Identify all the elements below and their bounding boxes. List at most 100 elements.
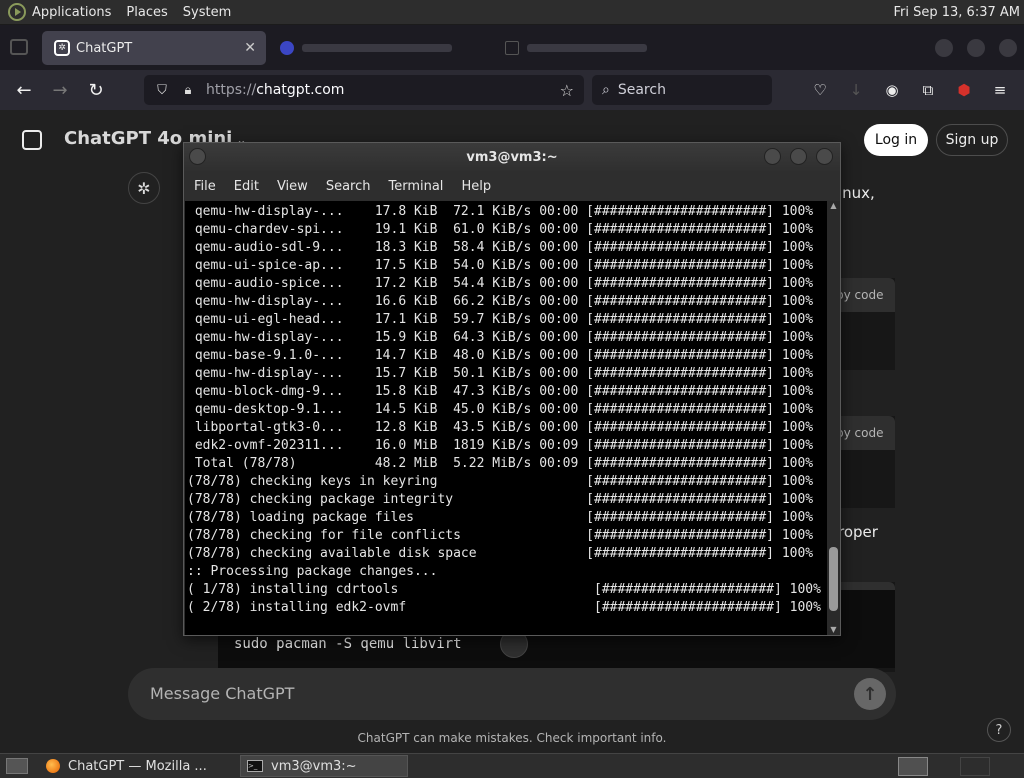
task-firefox[interactable]: ChatGPT — Mozilla ... (40, 755, 240, 777)
scrollbar-thumb[interactable] (829, 547, 838, 611)
tab-title: ChatGPT (76, 40, 133, 56)
taskbar: ChatGPT — Mozilla ... >_ vm3@vm3:~ (0, 753, 1024, 778)
terminal-line: qemu-audio-sdl-9... 18.3 KiB 58.4 KiB/s … (187, 240, 814, 255)
terminal-menubar: File Edit View Search Terminal Help (184, 173, 840, 199)
account-icon[interactable]: ◉ (882, 80, 902, 100)
url-bar[interactable]: ⛉ 🔒︎ https://chatgpt.com ☆ (144, 75, 584, 105)
bookmark-star-icon[interactable]: ☆ (560, 81, 574, 100)
reload-icon[interactable]: ↻ (84, 78, 108, 102)
disclaimer: ChatGPT can make mistakes. Check importa… (357, 731, 667, 745)
lock-icon[interactable]: 🔒︎ (180, 82, 196, 98)
tab-favicon-icon (280, 41, 294, 55)
terminal-window[interactable]: vm3@vm3:~ File Edit View Search Terminal… (183, 142, 841, 636)
download-icon[interactable]: ↓ (846, 80, 866, 100)
close-tab-icon[interactable]: ✕ (244, 40, 256, 56)
assistant-avatar-icon: ✲ (128, 172, 160, 204)
menu-view[interactable]: View (277, 179, 308, 194)
terminal-line: :: Processing package changes... (187, 564, 438, 579)
menu-applications[interactable]: Applications (32, 5, 111, 20)
menu-search[interactable]: Search (326, 179, 371, 194)
workspace-1[interactable] (898, 757, 928, 776)
terminal-titlebar[interactable]: vm3@vm3:~ (184, 143, 840, 171)
tab-inactive-2[interactable] (505, 31, 675, 65)
terminal-scrollbar[interactable]: ▲ ▼ (827, 201, 840, 635)
search-placeholder: Search (617, 82, 666, 98)
menu-places[interactable]: Places (126, 5, 167, 20)
copy-code-button[interactable]: py code (836, 278, 895, 312)
terminal-output[interactable]: qemu-hw-display-... 17.8 KiB 72.1 KiB/s … (185, 201, 827, 635)
login-button[interactable]: Log in (864, 124, 928, 156)
tab-chatgpt[interactable]: ✲ ChatGPT ✕ (42, 31, 266, 65)
url-scheme: https:// (206, 82, 257, 98)
message-composer[interactable]: Message ChatGPT ↑ (128, 668, 896, 720)
search-bar[interactable]: ⌕ Search (592, 75, 772, 105)
minimize-window-icon[interactable] (764, 148, 781, 165)
task-terminal[interactable]: >_ vm3@vm3:~ (240, 755, 408, 777)
terminal-icon: >_ (247, 760, 263, 772)
send-arrow-icon[interactable]: ↑ (854, 678, 886, 710)
task-label: ChatGPT — Mozilla ... (68, 758, 207, 774)
menu-terminal[interactable]: Terminal (388, 179, 443, 194)
menu-help[interactable]: Help (461, 179, 491, 194)
new-chat-icon[interactable] (22, 130, 42, 150)
terminal-line: (78/78) checking package integrity [####… (187, 492, 814, 507)
tab-overview-icon[interactable] (10, 39, 28, 55)
terminal-line: (78/78) checking available disk space [#… (187, 546, 814, 561)
top-panel: Applications Places System Fri Sep 13, 6… (0, 0, 1024, 25)
firefox-icon (46, 759, 60, 773)
tracking-shield-icon[interactable]: ⛉ (154, 82, 170, 98)
terminal-line: libportal-gtk3-0... 12.8 KiB 43.5 KiB/s … (187, 420, 814, 435)
terminal-line: (78/78) loading package files [#########… (187, 510, 814, 525)
terminal-line: qemu-block-dmg-9... 15.8 KiB 47.3 KiB/s … (187, 384, 814, 399)
terminal-line: ( 2/78) installing edk2-ovmf [##########… (187, 600, 821, 615)
message-text-fragment: roper (838, 523, 878, 541)
copy-code-button[interactable]: py code (836, 416, 895, 450)
close-window-icon[interactable] (816, 148, 833, 165)
extensions-icon[interactable]: ⧉ (918, 80, 938, 100)
browser-tab-strip: ✲ ChatGPT ✕ (0, 25, 1024, 70)
hamburger-menu-icon[interactable]: ≡ (990, 80, 1010, 100)
window-menu-icon[interactable] (189, 148, 206, 165)
help-button[interactable]: ? (987, 718, 1011, 742)
menu-system[interactable]: System (183, 5, 231, 20)
maximize-window-icon[interactable] (967, 39, 985, 57)
ublock-icon[interactable]: ⬢ (954, 80, 974, 100)
terminal-line: qemu-audio-spice... 17.2 KiB 54.4 KiB/s … (187, 276, 814, 291)
workspace-2[interactable] (960, 757, 990, 776)
chatgpt-favicon-icon: ✲ (54, 40, 70, 56)
tab-favicon-icon (505, 41, 519, 55)
terminal-line: qemu-chardev-spi... 19.1 KiB 61.0 KiB/s … (187, 222, 814, 237)
maximize-window-icon[interactable] (790, 148, 807, 165)
back-arrow-icon[interactable]: ← (12, 78, 36, 102)
clock[interactable]: Fri Sep 13, 6:37 AM (894, 5, 1021, 20)
task-label: vm3@vm3:~ (271, 758, 357, 774)
forward-arrow-icon[interactable]: → (48, 78, 72, 102)
tab-inactive-1[interactable] (280, 31, 480, 65)
terminal-line: qemu-ui-spice-ap... 17.5 KiB 54.0 KiB/s … (187, 258, 814, 273)
terminal-line: qemu-ui-egl-head... 17.1 KiB 59.7 KiB/s … (187, 312, 814, 327)
blurred-tab-title (527, 44, 647, 52)
signup-button[interactable]: Sign up (936, 124, 1008, 156)
close-window-icon[interactable] (999, 39, 1017, 57)
terminal-line: qemu-hw-display-... 16.6 KiB 66.2 KiB/s … (187, 294, 814, 309)
show-desktop-icon[interactable] (6, 758, 28, 774)
code-block-1: py code (836, 278, 895, 370)
scroll-up-icon[interactable]: ▲ (827, 201, 840, 211)
code-block-2: py code (836, 416, 895, 508)
composer-placeholder: Message ChatGPT (150, 684, 295, 703)
message-text-fragment: inux, (838, 184, 875, 202)
minimize-window-icon[interactable] (935, 39, 953, 57)
menu-file[interactable]: File (194, 179, 216, 194)
terminal-line: qemu-hw-display-... 17.8 KiB 72.1 KiB/s … (187, 204, 814, 219)
terminal-line: ( 1/78) installing cdrtools [###########… (187, 582, 821, 597)
terminal-line: qemu-hw-display-... 15.9 KiB 64.3 KiB/s … (187, 330, 814, 345)
pocket-icon[interactable]: ♡ (810, 80, 830, 100)
terminal-line: qemu-desktop-9.1... 14.5 KiB 45.0 KiB/s … (187, 402, 814, 417)
terminal-line: Total (78/78) 48.2 MiB 5.22 MiB/s 00:09 … (187, 456, 814, 471)
blurred-tab-title (302, 44, 452, 52)
menu-edit[interactable]: Edit (234, 179, 259, 194)
terminal-line: qemu-hw-display-... 15.7 KiB 50.1 KiB/s … (187, 366, 814, 381)
scroll-down-icon[interactable]: ▼ (827, 625, 840, 635)
terminal-line: (78/78) checking for file conflicts [###… (187, 528, 814, 543)
distro-logo-icon[interactable] (8, 3, 26, 21)
